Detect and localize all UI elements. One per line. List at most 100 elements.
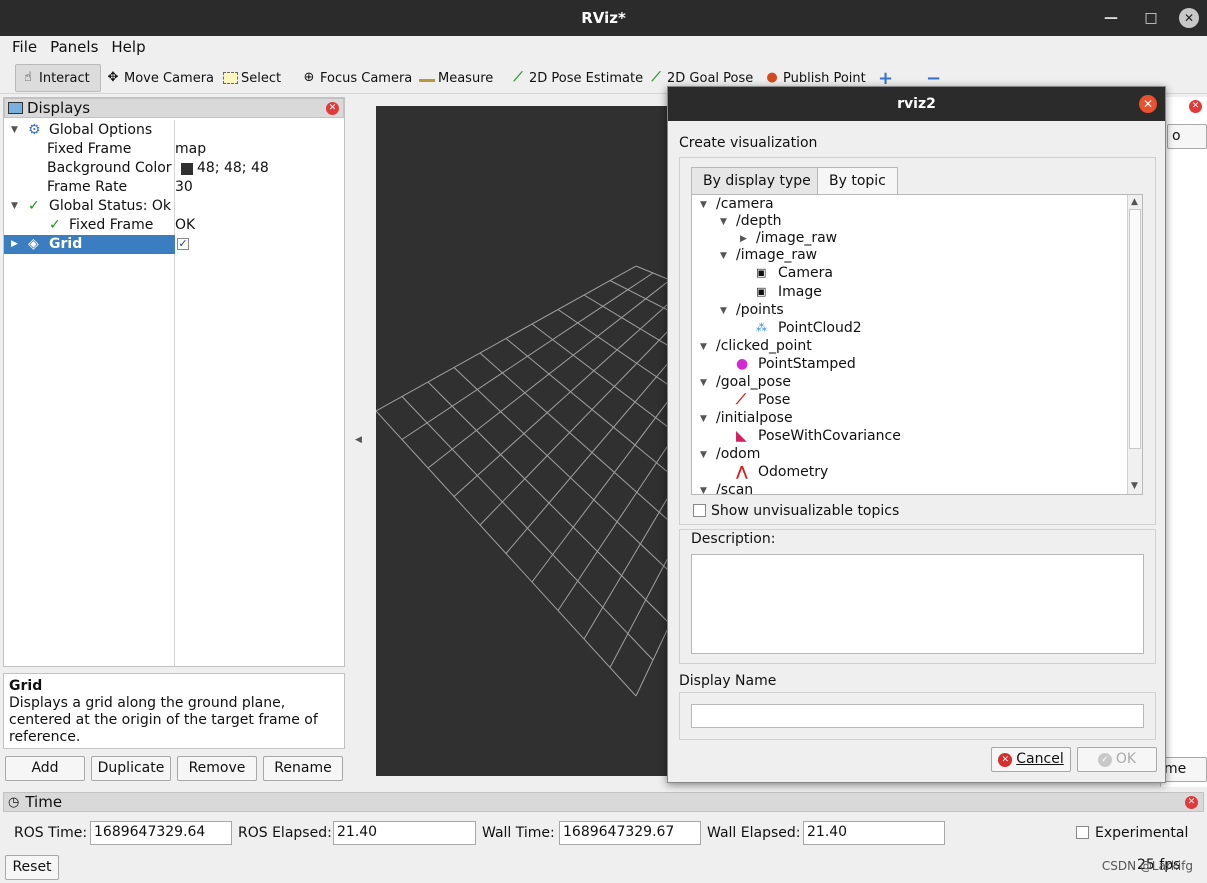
frame-rate-value[interactable]: 30 xyxy=(175,178,193,197)
display-posewithcovariance[interactable]: PoseWithCovariance xyxy=(758,427,901,445)
chevron-down-icon: ▼ xyxy=(720,251,727,261)
move-camera-tool-button[interactable]: ✥ Move Camera xyxy=(101,64,218,92)
watermark-text: CSDN @Larkifg xyxy=(1101,859,1193,873)
ros-time-label: ROS Time: xyxy=(14,825,88,841)
topic-depth[interactable]: /depth xyxy=(736,212,781,230)
topic-initialpose[interactable]: /initialpose xyxy=(716,409,793,427)
dialog-close-button[interactable]: ✕ xyxy=(1139,95,1157,113)
ros-time-field[interactable]: 1689647329.64 xyxy=(90,821,232,845)
close-panel-icon[interactable]: ✕ xyxy=(1189,100,1202,113)
select-tool-button[interactable]: Select xyxy=(219,64,285,92)
tree-row-frame-rate[interactable]: Frame Rate 30 xyxy=(4,178,344,197)
maximize-button[interactable]: □ xyxy=(1141,8,1161,28)
tab-by-display-type[interactable]: By display type xyxy=(691,167,823,194)
description-label: Description: xyxy=(691,531,776,547)
topic-odom[interactable]: /odom xyxy=(716,445,760,463)
close-panel-icon[interactable]: ✕ xyxy=(1185,796,1198,809)
focus-camera-tool-button[interactable]: ⊕ Focus Camera xyxy=(297,64,416,92)
chevron-down-icon: ▼ xyxy=(700,200,707,210)
description-text: Displays a grid along the ground plane, … xyxy=(9,695,318,745)
ok-button[interactable]: ✓ OK xyxy=(1077,747,1157,772)
tree-row-global-options[interactable]: ▼ ⚙ Global Options xyxy=(4,121,344,140)
topic-points[interactable]: /points xyxy=(736,301,784,319)
topic-image-raw[interactable]: /image_raw xyxy=(736,246,817,264)
display-name-input[interactable] xyxy=(691,704,1144,728)
rename-display-button[interactable]: Rename xyxy=(263,756,343,781)
chevron-down-icon: ▼ xyxy=(720,306,727,316)
point-icon: ● xyxy=(736,356,749,372)
show-unvisualizable-checkbox[interactable] xyxy=(693,504,706,517)
scrollbar-thumb[interactable] xyxy=(1129,209,1141,449)
chevron-down-icon: ▼ xyxy=(700,414,707,424)
wall-time-field[interactable]: 1689647329.67 xyxy=(559,821,701,845)
scroll-down-icon[interactable]: ▼ xyxy=(1131,481,1138,491)
remove-display-button[interactable]: Remove xyxy=(177,756,257,781)
time-panel: ◷ Time ✕ ROS Time: 1689647329.64 ROS Ela… xyxy=(3,792,1204,883)
menu-panels[interactable]: Panels xyxy=(44,36,105,58)
measure-tool-button[interactable]: Measure xyxy=(415,64,497,92)
views-remove-button[interactable]: me xyxy=(1159,757,1207,782)
tree-row-fixed-frame[interactable]: Fixed Frame map xyxy=(4,140,344,159)
wall-elapsed-field[interactable]: 21.40 xyxy=(803,821,945,845)
ros-elapsed-label: ROS Elapsed: xyxy=(238,825,332,841)
ros-elapsed-field[interactable]: 21.40 xyxy=(333,821,476,845)
tree-row-global-status[interactable]: ▼ ✓ Global Status: Ok xyxy=(4,197,344,216)
pose-estimate-tool-button[interactable]: ⟋ 2D Pose Estimate xyxy=(506,64,647,92)
hand-pointer-icon: ☝ xyxy=(24,70,32,85)
tree-row-background-color[interactable]: Background Color 48; 48; 48 xyxy=(4,159,344,178)
checkbox-checked-icon: ✓ xyxy=(177,237,189,250)
duplicate-display-button[interactable]: Duplicate xyxy=(91,756,171,781)
reset-button[interactable]: Reset xyxy=(5,855,59,880)
status-fixed-frame-label: Fixed Frame xyxy=(69,217,154,233)
topic-goal-pose[interactable]: /goal_pose xyxy=(716,373,791,391)
display-odometry[interactable]: Odometry xyxy=(758,463,828,481)
background-color-value[interactable]: 48; 48; 48 xyxy=(197,159,269,178)
tree-row-grid[interactable]: ▶ ◈ Grid xyxy=(4,235,175,254)
topic-clicked-point[interactable]: /clicked_point xyxy=(716,337,812,355)
green-arrow-icon: ⟋ xyxy=(651,70,661,85)
tree-row-status-fixed-frame[interactable]: ✓ Fixed Frame OK xyxy=(4,216,344,235)
close-panel-icon[interactable]: ✕ xyxy=(326,102,339,115)
experimental-checkbox[interactable] xyxy=(1076,826,1089,839)
cancel-label: Cancel xyxy=(1016,751,1064,767)
menu-file[interactable]: File xyxy=(0,36,44,58)
wall-time-label: Wall Time: xyxy=(482,825,555,841)
display-pointstamped[interactable]: PointStamped xyxy=(758,355,856,373)
window-titlebar: RViz* — □ ✕ xyxy=(0,0,1207,36)
select-label: Select xyxy=(241,70,282,86)
wall-elapsed-label: Wall Elapsed: xyxy=(707,825,801,841)
fixed-frame-value[interactable]: map xyxy=(175,140,206,159)
menu-help[interactable]: Help xyxy=(105,36,152,58)
display-pointcloud2[interactable]: PointCloud2 xyxy=(778,319,862,337)
scroll-up-icon[interactable]: ▲ xyxy=(1131,197,1138,207)
chevron-right-icon: ▶ xyxy=(11,239,18,249)
display-pose[interactable]: Pose xyxy=(758,391,790,409)
topic-depth-image-raw[interactable]: /image_raw xyxy=(756,229,837,247)
tab-by-topic[interactable]: By topic xyxy=(817,167,898,194)
monitor-icon xyxy=(8,102,23,114)
move-camera-label: Move Camera xyxy=(124,70,215,86)
image-icon: ▣ xyxy=(756,285,767,298)
collapse-left-icon[interactable]: ◀ xyxy=(355,435,362,445)
color-swatch[interactable] xyxy=(181,163,193,175)
grid-enable-checkbox[interactable]: ✓ xyxy=(177,235,197,254)
minimize-button[interactable]: — xyxy=(1101,8,1121,28)
cancel-button[interactable]: ✕ Cancel xyxy=(991,747,1071,772)
render-viewport[interactable] xyxy=(376,106,668,776)
topic-tree-scrollbar[interactable]: ▲ ▼ xyxy=(1127,195,1142,494)
views-button[interactable]: o xyxy=(1167,124,1207,149)
chevron-down-icon: ▼ xyxy=(700,378,707,388)
topic-tree[interactable]: ▼ /camera ▼ /depth ▶ /image_raw ▼ /image… xyxy=(691,194,1143,495)
select-box-icon xyxy=(223,72,238,84)
topic-camera[interactable]: /camera xyxy=(716,195,774,213)
gear-icon: ⚙ xyxy=(28,122,41,138)
dialog-title: rviz2 xyxy=(897,96,936,112)
pose-arrow-icon: ⟋ xyxy=(736,392,746,408)
add-display-button[interactable]: Add xyxy=(5,756,85,781)
topic-scan[interactable]: /scan xyxy=(716,481,753,494)
focus-camera-label: Focus Camera xyxy=(320,70,413,86)
display-camera[interactable]: Camera xyxy=(778,264,833,282)
display-image[interactable]: Image xyxy=(778,283,822,301)
close-window-button[interactable]: ✕ xyxy=(1179,8,1199,28)
interact-tool-button[interactable]: ☝ Interact xyxy=(15,64,101,92)
